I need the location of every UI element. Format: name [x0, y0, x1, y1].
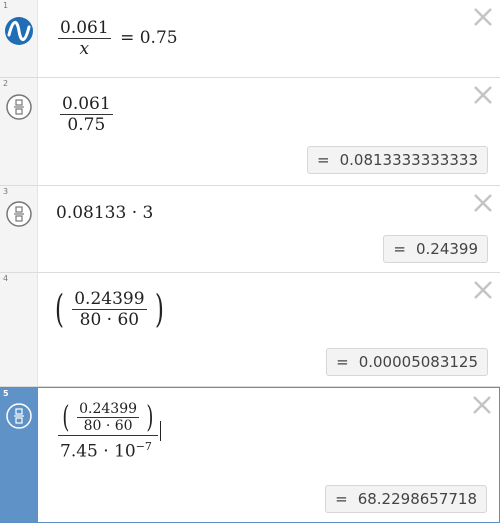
numerator: 0.061: [60, 18, 109, 38]
result-value: 0.0813333333333: [339, 151, 478, 169]
denominator-base: 7.45 · 10: [60, 441, 136, 462]
denominator: 80 · 60: [72, 308, 147, 330]
expression-math[interactable]: 0.061 x = 0.75: [58, 18, 178, 59]
delete-expression-icon[interactable]: [472, 279, 494, 301]
expression-row-3[interactable]: 3 0.08133 · 3 = 0.24399: [0, 186, 500, 273]
expression-text: 0.08133 · 3: [56, 203, 154, 223]
left-paren: (: [62, 400, 70, 435]
fraction: 0.061 0.75: [60, 94, 113, 135]
delete-expression-icon[interactable]: [472, 192, 494, 214]
text-cursor: [160, 420, 162, 441]
expression-gutter: 1: [0, 0, 38, 77]
fraction-icon[interactable]: [5, 93, 33, 121]
outer-numerator: ( 0.24399 80 · 60 ): [58, 400, 158, 435]
expression-row-2[interactable]: 2 0.061 0.75 = 0.0813333333333: [0, 78, 500, 186]
right-paren: ): [154, 287, 164, 331]
outer-fraction: ( 0.24399 80 · 60 ) 7.45 · 10−7: [58, 400, 159, 462]
fraction-icon[interactable]: [5, 402, 33, 430]
fraction: 0.24399 80 · 60: [72, 288, 147, 330]
expression-row-4[interactable]: 4 ( 0.24399 80 · 60 ) = 0.00005083125: [0, 273, 500, 387]
equation-rest: = 0.75: [120, 28, 178, 48]
result-value: 68.2298657718: [357, 490, 477, 508]
equals-sign: =: [393, 240, 406, 258]
expression-number: 1: [3, 1, 9, 10]
denominator: 80 · 60: [77, 417, 140, 434]
expression-number: 2: [3, 79, 9, 88]
evaluation-result: = 0.00005083125: [326, 348, 488, 376]
numerator: 0.24399: [74, 288, 145, 309]
right-paren: ): [146, 400, 154, 435]
numerator: 0.24399: [79, 401, 138, 417]
delete-expression-icon[interactable]: [472, 84, 494, 106]
exponent: −7: [135, 440, 152, 453]
left-paren: (: [54, 287, 64, 331]
fraction: 0.061 x: [58, 18, 111, 59]
equals-sign: =: [336, 353, 349, 371]
outer-denominator: 7.45 · 10−7: [58, 435, 159, 462]
expression-row-5[interactable]: 5 ( 0.24399 80 · 60 ) 7.45 · 10−7 = 68.2…: [0, 387, 500, 523]
expression-math[interactable]: 0.061 0.75: [60, 94, 113, 135]
desmos-logo-icon[interactable]: [5, 17, 33, 45]
expression-math[interactable]: ( 0.24399 80 · 60 ) 7.45 · 10−7: [58, 400, 162, 462]
numerator: 0.061: [62, 94, 111, 114]
denominator: x: [58, 38, 111, 59]
result-value: 0.24399: [415, 240, 478, 258]
expression-number: 5: [3, 389, 9, 398]
evaluation-result: = 68.2298657718: [325, 485, 487, 513]
inner-fraction: 0.24399 80 · 60: [77, 401, 140, 434]
expression-number: 3: [3, 187, 9, 196]
expression-gutter: 2: [0, 78, 38, 185]
expression-row-1[interactable]: 1 0.061 x = 0.75: [0, 0, 500, 78]
delete-expression-icon[interactable]: [471, 394, 493, 416]
evaluation-result: = 0.0813333333333: [307, 146, 488, 174]
evaluation-result: = 0.24399: [383, 235, 488, 263]
expression-gutter: 4: [0, 273, 38, 386]
delete-expression-icon[interactable]: [472, 6, 494, 28]
denominator: 0.75: [60, 114, 113, 135]
expression-math[interactable]: 0.08133 · 3: [56, 203, 153, 223]
equals-sign: =: [317, 151, 330, 169]
expression-number: 4: [3, 274, 9, 283]
fraction-icon[interactable]: [5, 200, 33, 228]
expression-gutter: 3: [0, 186, 38, 272]
expression-math[interactable]: ( 0.24399 80 · 60 ): [52, 287, 167, 331]
expression-gutter: 5: [0, 388, 38, 522]
result-value: 0.00005083125: [358, 353, 478, 371]
equals-sign: =: [335, 490, 348, 508]
